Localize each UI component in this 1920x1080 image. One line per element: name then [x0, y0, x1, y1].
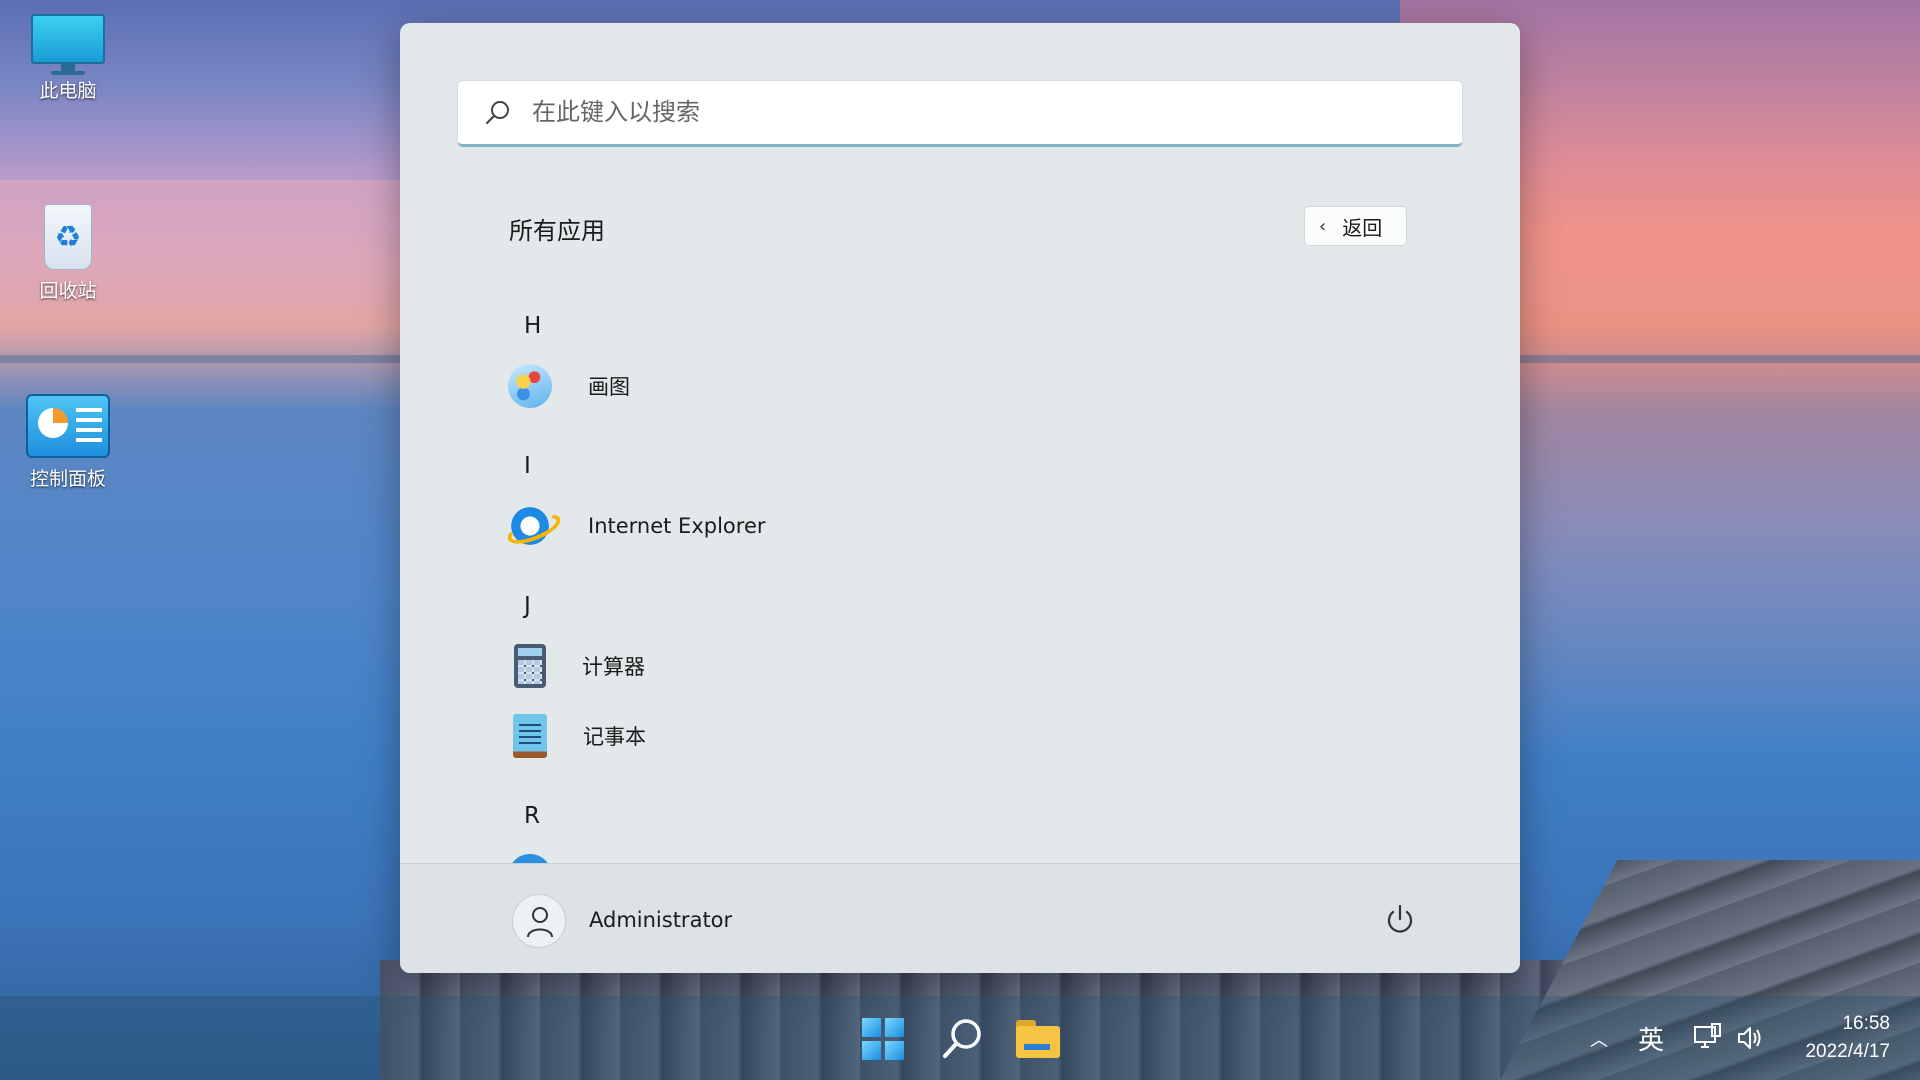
start-search-box[interactable]	[457, 80, 1463, 147]
group-letter-i[interactable]: I	[524, 453, 531, 479]
desktop-icon-control-panel[interactable]: 控制面板	[18, 394, 118, 491]
app-name: 计算器	[582, 655, 645, 679]
control-panel-icon	[26, 394, 110, 458]
notepad-icon	[513, 714, 547, 758]
app-name: 画图	[588, 375, 630, 399]
app-item-internet-explorer[interactable]: Internet Explorer	[508, 499, 1028, 553]
clock[interactable]: 16:58 2022/4/17	[1780, 1010, 1890, 1066]
calculator-icon	[514, 644, 546, 688]
recycle-bin-icon: ♻	[38, 198, 98, 270]
internet-explorer-icon	[508, 504, 552, 548]
desktop-icon-this-pc[interactable]: 此电脑	[18, 14, 118, 103]
taskbar	[0, 996, 1920, 1080]
start-footer: Administrator	[400, 863, 1520, 973]
all-apps-title: 所有应用	[509, 217, 605, 245]
paint-icon	[508, 364, 552, 408]
desktop-icon-recycle-bin[interactable]: ♻ 回收站	[18, 198, 118, 303]
group-letter-r[interactable]: R	[524, 803, 540, 829]
user-avatar[interactable]	[512, 894, 566, 948]
network-icon[interactable]	[1692, 1022, 1722, 1052]
clock-time: 16:58	[1842, 1013, 1890, 1034]
app-name: 记事本	[583, 725, 646, 749]
desktop-icon-label: 控制面板	[29, 469, 106, 490]
back-button-label: 返回	[1342, 215, 1383, 240]
clock-date: 2022/4/17	[1805, 1041, 1890, 1062]
user-icon	[527, 907, 553, 938]
app-item-calculator[interactable]: 计算器	[508, 639, 1028, 693]
start-button[interactable]	[862, 1018, 904, 1060]
power-icon[interactable]	[1380, 900, 1420, 940]
input-method-indicator[interactable]: 英	[1638, 1020, 1664, 1057]
search-input[interactable]	[532, 81, 1432, 143]
group-letter-h[interactable]: H	[524, 313, 541, 339]
search-icon[interactable]	[940, 1016, 986, 1062]
app-name: Internet Explorer	[588, 514, 766, 538]
back-button[interactable]: ‹ 返回	[1304, 206, 1407, 246]
group-letter-j[interactable]: J	[524, 593, 531, 619]
file-explorer-icon[interactable]	[1016, 1020, 1060, 1058]
user-name[interactable]: Administrator	[589, 908, 732, 932]
app-item-paint[interactable]: 画图	[508, 359, 1028, 413]
volume-icon[interactable]	[1736, 1024, 1764, 1052]
desktop-icon-label: 回收站	[39, 281, 97, 302]
computer-icon	[31, 14, 105, 75]
search-icon	[485, 101, 509, 125]
start-menu: 所有应用 ‹ 返回 H 画图 I Internet Explorer J 计算器…	[400, 23, 1520, 973]
app-item-notepad[interactable]: 记事本	[508, 709, 1028, 763]
desktop-icon-label: 此电脑	[39, 81, 97, 102]
app-list[interactable]: H 画图 I Internet Explorer J 计算器 记事本 R 入门	[508, 283, 1408, 883]
chevron-up-icon[interactable]: ︿	[1590, 1026, 1608, 1052]
chevron-left-icon: ‹	[1319, 215, 1327, 237]
